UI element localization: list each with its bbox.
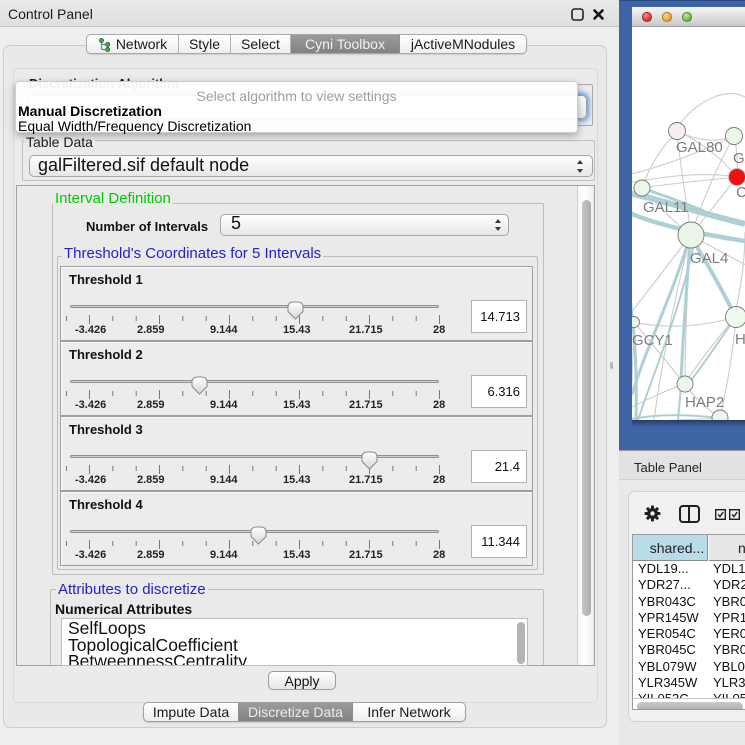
svg-text:GA: GA [733, 150, 745, 167]
svg-text:GCY1: GCY1 [632, 332, 673, 349]
svg-text:GAL11: GAL11 [643, 199, 689, 216]
svg-text:H: H [735, 331, 745, 348]
svg-text:GAL4: GAL4 [690, 250, 728, 267]
svg-text:CY: CY [736, 184, 745, 201]
svg-text:HAP2: HAP2 [685, 394, 724, 411]
svg-text:GAL80: GAL80 [676, 139, 723, 156]
